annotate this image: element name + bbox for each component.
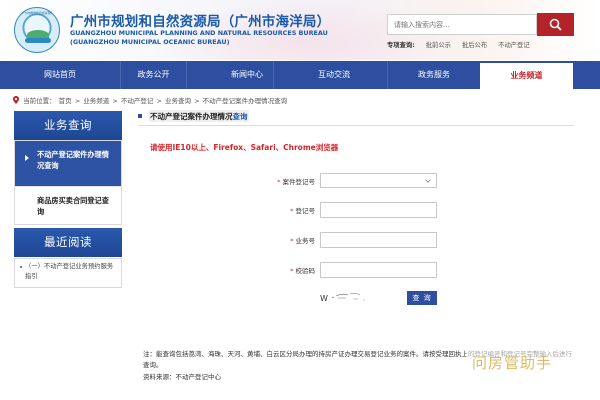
breadcrumb-business-channel[interactable]: 业务频道 <box>83 97 109 105</box>
title-marker-icon <box>138 114 142 118</box>
breadcrumb-separator: > <box>194 97 200 105</box>
site-logo[interactable]: 广州市规划和自然资源局 <box>14 7 60 53</box>
site-header: 广州市规划和自然资源局 广州市规划和自然资源局（广州市海洋局） GUANGZHO… <box>0 0 600 60</box>
special-link-pre-announcement[interactable]: 批前公示 <box>426 42 451 49</box>
business-number-input[interactable] <box>320 232 437 248</box>
field-label: * 案件登记号 <box>277 176 315 186</box>
chevron-down-icon <box>425 177 431 183</box>
required-marker: * <box>277 178 281 186</box>
page-title-text: 不动产登记案件办理情况 <box>150 112 233 121</box>
special-link-real-estate[interactable]: 不动产登记 <box>498 42 529 49</box>
field-label-text: 登记号 <box>295 207 316 215</box>
site-title-en-line2: (GUANGZHOU MUNICIPAL OCEANIC BUREAU) <box>70 38 230 46</box>
field-label-text: 业务号 <box>295 237 316 245</box>
special-query-bar: 专项查询: 批前公示 批后公布 不动产登记 <box>387 40 539 49</box>
logo-wave <box>25 38 51 43</box>
field-label-text: 校验码 <box>295 267 316 275</box>
content-header: 不动产登记案件办理情况查询 <box>138 110 574 126</box>
field-label: * 登记号 <box>290 205 315 215</box>
watermark-text: 问房管助手 <box>472 354 553 372</box>
breadcrumb-separator: > <box>112 97 118 105</box>
breadcrumb-separator: > <box>74 97 81 105</box>
logo-ring-text: 广州市规划和自然资源局 <box>22 11 52 15</box>
required-marker: * <box>290 237 294 245</box>
browser-requirement-note: 请使用IE10以上、Firefox、Safari、Chrome浏览器 <box>150 143 339 152</box>
form-row-case-number: * 案件登记号 <box>0 173 600 189</box>
field-label-text: 案件登记号 <box>282 178 316 186</box>
page-title-suffix: 查询 <box>232 112 248 121</box>
breadcrumb-home[interactable]: 首页 <box>59 97 72 105</box>
breadcrumb-current: 不动产登记案件办理情况查询 <box>202 97 288 105</box>
page-title: 不动产登记案件办理情况查询 <box>149 110 249 122</box>
nav-item-government-affairs[interactable]: 政务公开 <box>121 61 186 89</box>
search-icon <box>549 18 562 31</box>
search-input[interactable] <box>387 14 537 35</box>
main-nav: 网站首页 政务公开 新闻中心 互动交流 政务服务 业务频道 <box>0 61 600 89</box>
breadcrumb-real-estate[interactable]: 不动产登记 <box>121 97 154 105</box>
breadcrumb-prefix: 当前位置： <box>23 97 56 105</box>
required-marker: * <box>290 207 294 215</box>
nav-item-interaction[interactable]: 互动交流 <box>274 61 394 89</box>
query-button[interactable]: 查 询 <box>407 291 437 305</box>
nav-item-business-channel[interactable]: 业务频道 <box>480 61 573 89</box>
required-marker: * <box>290 267 294 275</box>
sidebar-item-label: 不动产登记案件办理情况查询 <box>37 150 109 170</box>
breadcrumb-separator: > <box>156 97 162 105</box>
nav-item-services[interactable]: 政务服务 <box>388 61 480 89</box>
form-row-registration-number: * 登记号 <box>0 202 600 218</box>
case-number-select[interactable] <box>320 173 437 188</box>
breadcrumb-business-query[interactable]: 业务查询 <box>165 97 191 105</box>
field-label: * 业务号 <box>290 235 315 245</box>
data-source: 资料来源：不动产登记中心 <box>143 373 221 381</box>
search-button[interactable] <box>537 13 574 36</box>
arrow-right-icon <box>25 155 29 161</box>
nav-item-home[interactable]: 网站首页 <box>0 61 120 89</box>
form-row-verification-code: * 校验码 <box>0 262 600 278</box>
captcha-image[interactable]: W <box>320 289 374 305</box>
location-pin-icon <box>13 96 19 104</box>
site-title-en-line1: GUANGZHOU MUNICIPAL PLANNING AND NATURAL… <box>70 29 328 37</box>
breadcrumb: 当前位置： 首页 > 业务频道 > 不动产登记 > 业务查询 > 不动产登记案件… <box>13 95 288 105</box>
registration-number-input[interactable] <box>320 202 437 218</box>
verification-code-input[interactable] <box>320 262 437 278</box>
special-link-post-announcement[interactable]: 批后公布 <box>462 42 487 49</box>
site-title: 广州市规划和自然资源局（广州市海洋局） <box>70 14 331 30</box>
special-query-label: 专项查询: <box>387 42 415 49</box>
form-row-business-number: * 业务号 <box>0 232 600 248</box>
sidebar-section-title-query: 业务查询 <box>14 111 122 140</box>
field-label: * 校验码 <box>290 265 315 275</box>
captcha-letter: W <box>320 294 328 303</box>
